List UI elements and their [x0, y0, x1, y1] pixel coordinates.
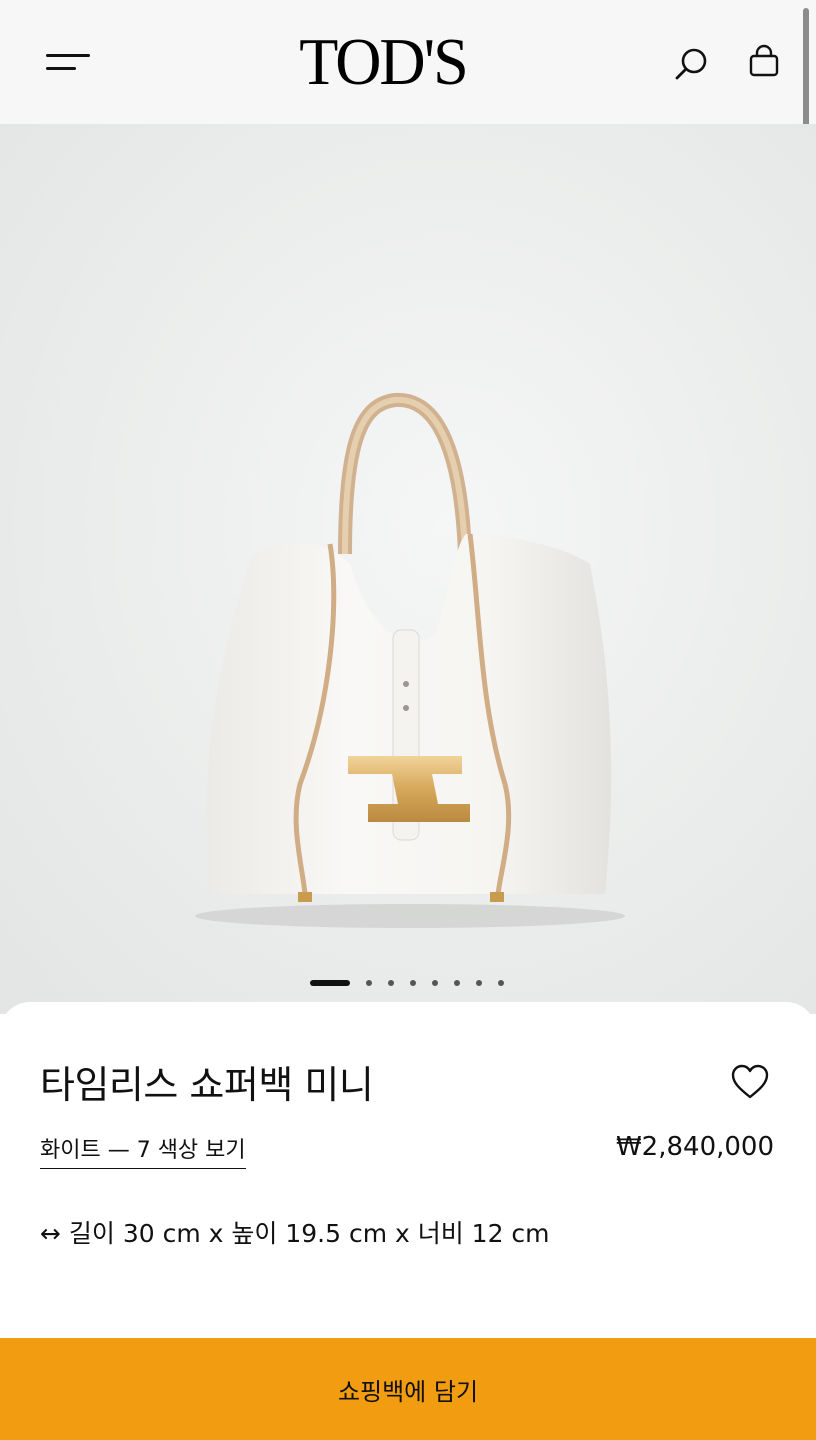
carousel-dot[interactable]	[454, 980, 460, 986]
carousel-dot[interactable]	[498, 980, 504, 986]
carousel-dot[interactable]	[388, 980, 394, 986]
carousel-dot-active[interactable]	[310, 980, 350, 986]
product-image-carousel[interactable]	[0, 124, 816, 1014]
product-image	[195, 392, 625, 928]
brand-logo[interactable]: TOD'S	[260, 24, 506, 100]
color-options-link[interactable]: 화이트 — 7 색상 보기	[40, 1132, 246, 1169]
carousel-dot[interactable]	[476, 980, 482, 986]
wishlist-button[interactable]	[728, 1060, 772, 1104]
heart-outline-icon	[731, 1064, 769, 1099]
shopping-bag-icon	[749, 44, 779, 77]
search-button[interactable]	[672, 44, 712, 84]
shopping-bag-button[interactable]	[744, 42, 784, 82]
carousel-dot[interactable]	[432, 980, 438, 986]
carousel-indicators	[0, 976, 816, 990]
hamburger-menu-icon	[46, 54, 90, 57]
product-dimensions: ↔ 길이 30 cm x 높이 19.5 cm x 너비 12 cm	[40, 1219, 550, 1248]
hamburger-menu-icon-line	[46, 67, 76, 70]
product-title: 타임리스 쇼퍼백 미니	[40, 1063, 374, 1107]
search-icon	[675, 48, 707, 80]
carousel-dot[interactable]	[366, 980, 372, 986]
top-header: TOD'S	[0, 0, 816, 124]
add-to-bag-button[interactable]: 쇼핑백에 담기	[0, 1338, 816, 1440]
product-price: ₩2,840,000	[615, 1132, 774, 1162]
product-info-panel: 타임리스 쇼퍼백 미니 화이트 — 7 색상 보기 ₩2,840,000 ↔ 길…	[0, 1002, 816, 1342]
menu-button[interactable]	[46, 52, 92, 74]
carousel-dot[interactable]	[410, 980, 416, 986]
